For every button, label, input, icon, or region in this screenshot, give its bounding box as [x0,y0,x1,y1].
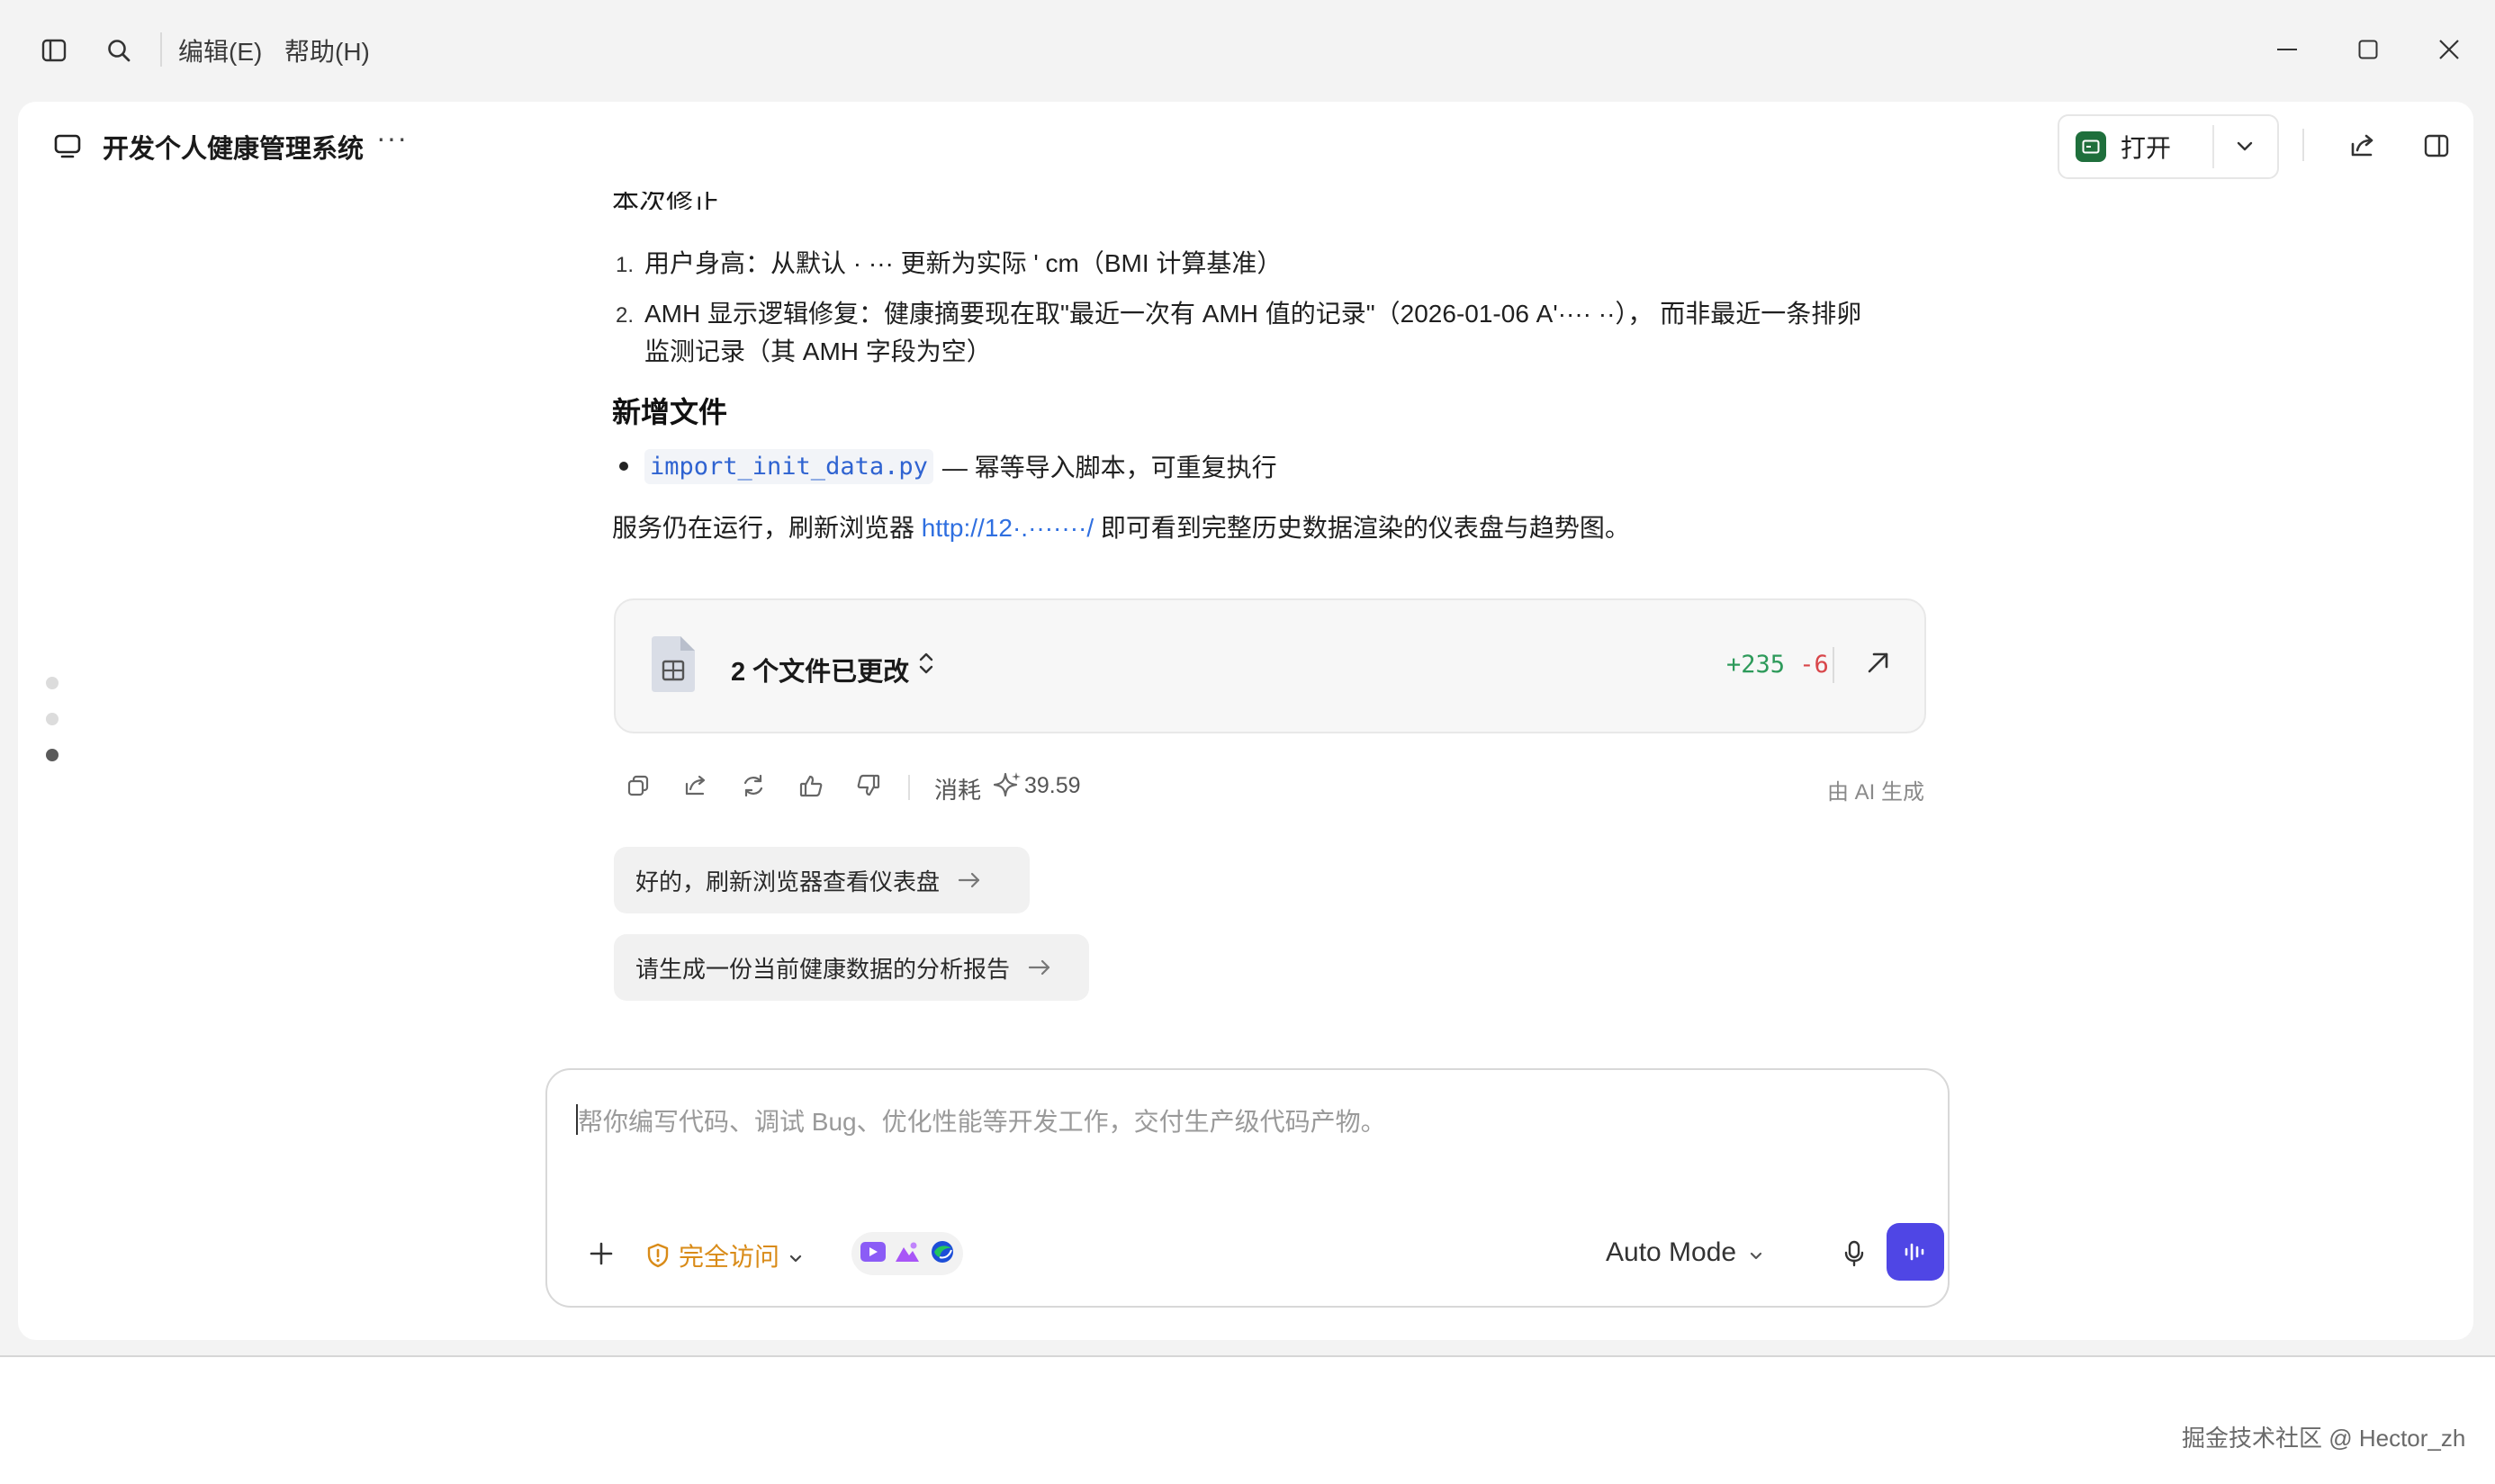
voice-send-button[interactable] [1887,1223,1944,1281]
menu-separator [160,32,162,67]
header-separator [2302,129,2304,161]
list-item: 1. 用户身高：从默认 · ··· 更新为实际 ' cm（BMI 计算基准） [616,249,1283,277]
arrow-right-icon [958,872,981,888]
open-external-icon[interactable] [1858,642,1899,683]
files-changed-label: 2 个文件已更改 [731,658,910,687]
open-button-group: 打开 [2058,114,2279,179]
share-icon[interactable] [678,768,714,804]
close-button[interactable] [2425,27,2473,72]
shield-warning-icon [646,1243,670,1268]
chevron-down-icon [788,1241,803,1270]
files-changed-card[interactable]: 2 个文件已更改 +235 -6 [614,598,1926,733]
mode-label: Auto Mode [1606,1237,1737,1267]
microphone-icon[interactable] [1836,1236,1872,1272]
section-heading: 新增文件 [612,396,728,428]
list-item: import_init_data.py — 幂等导入脚本，可重复执行 [619,448,1277,484]
localhost-link[interactable]: http://12·.·······/ [922,514,1094,542]
chat-input-box[interactable]: 帮你编写代码、调试 Bug、优化性能等开发工作，交付生产级代码产物。 完全访问 [545,1068,1950,1308]
thumbs-down-icon[interactable] [851,768,887,804]
more-options-button[interactable]: ··· [376,121,408,155]
share-icon[interactable] [2342,125,2383,166]
list-item: 2. AMH 显示逻辑修复：健康摘要现在取"最近一次有 AMH 值的记录"（202… [616,300,1862,365]
files-separator [1833,647,1834,683]
main-panel: 开发个人健康管理系统 ··· 打开 本次修正 1. 用户身高：从默认 · ···… [18,102,2473,1340]
regenerate-icon[interactable] [735,768,771,804]
chat-input-placeholder[interactable]: 帮你编写代码、调试 Bug、优化性能等开发工作，交付生产级代码产物。 [578,1102,1386,1138]
sparkle-icon [992,769,1022,800]
access-mode-selector[interactable]: 完全访问 [646,1237,803,1273]
copy-icon[interactable] [620,768,656,804]
action-separator [908,775,910,800]
open-divider [2212,125,2214,168]
cost-value: 39.59 [1024,773,1081,798]
cut-off-heading: 本次修正 [612,192,720,210]
waveform-icon [1905,1243,1924,1261]
title-bar: 编辑(E) 帮助(H) [0,0,2495,99]
open-button[interactable]: 打开 [2059,116,2212,177]
scroll-dot[interactable] [46,713,59,725]
chat-icon [52,130,83,161]
search-icon[interactable] [99,31,139,70]
thumbs-up-icon[interactable] [793,768,829,804]
suggestion-chip[interactable]: 请生成一份当前健康数据的分析报告 [614,934,1089,1001]
access-mode-label: 完全访问 [679,1243,780,1271]
lines-removed: -6 [1799,651,1829,679]
file-code[interactable]: import_init_data.py [644,448,933,484]
chevron-down-icon [1749,1237,1763,1268]
file-icon [648,634,698,694]
chevron-down-icon[interactable] [2225,129,2265,165]
arrow-right-icon [1028,959,1051,976]
cost-label: 消耗 [934,777,982,804]
media-tools-group[interactable] [851,1232,963,1275]
app-window: 编辑(E) 帮助(H) 开发个人健康管理系统 ··· 打开 本次修正 1. 用户… [0,0,2495,1357]
open-label: 打开 [2121,134,2172,162]
sidebar-toggle-icon[interactable] [34,31,74,70]
watermark: 掘金技术社区 @ Hector_zh [2182,1425,2466,1452]
lines-added: +235 [1726,651,1786,679]
add-attachment-button[interactable] [581,1234,621,1273]
panel-toggle-icon[interactable] [2416,125,2457,166]
expand-toggle-icon[interactable] [914,647,938,679]
ai-generated-label: 由 AI 生成 [1827,780,1925,805]
image-icon[interactable] [894,1240,921,1268]
mode-selector[interactable]: Auto Mode [1606,1237,1763,1268]
minimize-button[interactable] [2263,27,2311,72]
model-icon[interactable] [929,1239,956,1269]
menu-edit[interactable]: 编辑(E) [178,32,262,68]
scroll-dot-active[interactable] [46,749,59,761]
editor-app-icon [2076,131,2106,162]
video-icon[interactable] [860,1240,887,1268]
suggestion-chip[interactable]: 好的，刷新浏览器查看仪表盘 [614,847,1030,913]
menu-help[interactable]: 帮助(H) [284,32,370,68]
scroll-dot[interactable] [46,677,59,689]
diff-stats: +235 -6 [1726,651,1829,679]
bullet-icon [619,462,628,471]
paragraph: 服务仍在运行，刷新浏览器 http://12·.·······/ 即可看到完整历… [612,514,1630,542]
maximize-button[interactable] [2344,27,2392,72]
page-title: 开发个人健康管理系统 [103,135,365,164]
